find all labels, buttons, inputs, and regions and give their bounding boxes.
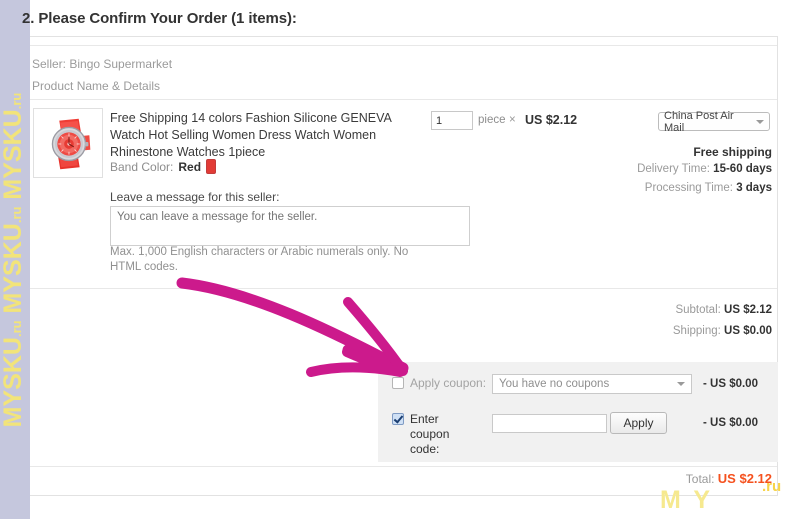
shipping-cost-label: Shipping: [673, 325, 721, 337]
product-title[interactable]: Free Shipping 14 colors Fashion Silicone… [110, 110, 400, 161]
apply-coupon-checkbox-label[interactable]: Apply coupon: [392, 376, 486, 390]
divider-above-total [29, 466, 777, 467]
enter-coupon-checkbox-label[interactable]: Enter coupon code: [392, 412, 464, 457]
subtotal-value: US $2.12 [724, 304, 772, 316]
apply-coupon-text: Apply coupon: [410, 376, 486, 390]
enter-coupon-checkbox[interactable] [392, 413, 404, 425]
quantity-unit-label: piece [478, 114, 506, 126]
coupon-section: Apply coupon: You have no coupons - US $… [378, 362, 778, 462]
attribute-value: Red [178, 160, 201, 174]
shipping-method-select[interactable]: China Post Air Mail [658, 112, 770, 131]
page-title: 2. Please Confirm Your Order (1 items): [22, 10, 297, 27]
column-header-product: Product Name & Details [32, 79, 160, 93]
subtotal-label: Subtotal: [675, 304, 720, 316]
coupon-select-value: You have no coupons [499, 378, 609, 390]
divider-below-header [29, 99, 777, 100]
watermark-bottom: M Y [660, 486, 713, 515]
divider-top [29, 45, 777, 46]
watch-image [34, 109, 102, 177]
processing-time: Processing Time: 3 days [645, 182, 772, 194]
enter-coupon-code-row: Enter coupon code: [392, 412, 464, 457]
grand-total-row: Total: US $2.12 [686, 471, 772, 486]
seller-message-input[interactable] [110, 206, 470, 246]
delivery-time: Delivery Time: 15-60 days [637, 163, 772, 175]
shipping-cost-value: US $0.00 [724, 325, 772, 337]
enter-coupon-amount: - US $0.00 [703, 417, 758, 429]
apply-coupon-amount: - US $0.00 [703, 378, 758, 390]
coupon-code-input[interactable] [492, 414, 607, 433]
delivery-time-label: Delivery Time: [637, 163, 710, 175]
apply-coupon-row: Apply coupon: [392, 376, 486, 390]
delivery-time-value: 15-60 days [713, 163, 772, 175]
product-attribute-band-color: Band Color: Red [110, 159, 216, 174]
coupon-select[interactable]: You have no coupons [492, 374, 692, 394]
shipping-cost-row: Shipping: US $0.00 [673, 325, 772, 337]
watermark-text: MYSKU.ru MYSKU.ru MYSKU.ru [0, 0, 30, 519]
processing-time-value: 3 days [736, 182, 772, 194]
shipping-method-value: China Post Air Mail [664, 110, 756, 134]
product-thumbnail[interactable] [33, 108, 103, 178]
free-shipping-label: Free shipping [693, 145, 772, 159]
unit-price: US $2.12 [525, 113, 577, 127]
message-label: Leave a message for this seller: [110, 190, 279, 204]
watermark-bottom-suffix: .ru [762, 478, 781, 495]
multiply-symbol: × [509, 114, 516, 126]
subtotal-row: Subtotal: US $2.12 [675, 304, 772, 316]
attribute-label: Band Color: [110, 160, 173, 174]
seller-name: Seller: Bingo Supermarket [32, 57, 172, 71]
chevron-down-icon [677, 382, 685, 386]
color-swatch-icon [206, 159, 216, 174]
watermark-strip-left: MYSKU.ru MYSKU.ru MYSKU.ru [0, 0, 30, 519]
grand-total-label: Total: [686, 472, 715, 486]
divider-above-totals [29, 288, 777, 289]
chevron-down-icon [756, 120, 764, 124]
quantity-input[interactable] [431, 111, 473, 130]
message-hint: Max. 1,000 English characters or Arabic … [110, 245, 440, 275]
processing-time-label: Processing Time: [645, 182, 733, 194]
enter-coupon-text: Enter coupon code: [410, 412, 464, 457]
apply-coupon-button[interactable]: Apply [610, 412, 667, 434]
apply-coupon-checkbox[interactable] [392, 377, 404, 389]
